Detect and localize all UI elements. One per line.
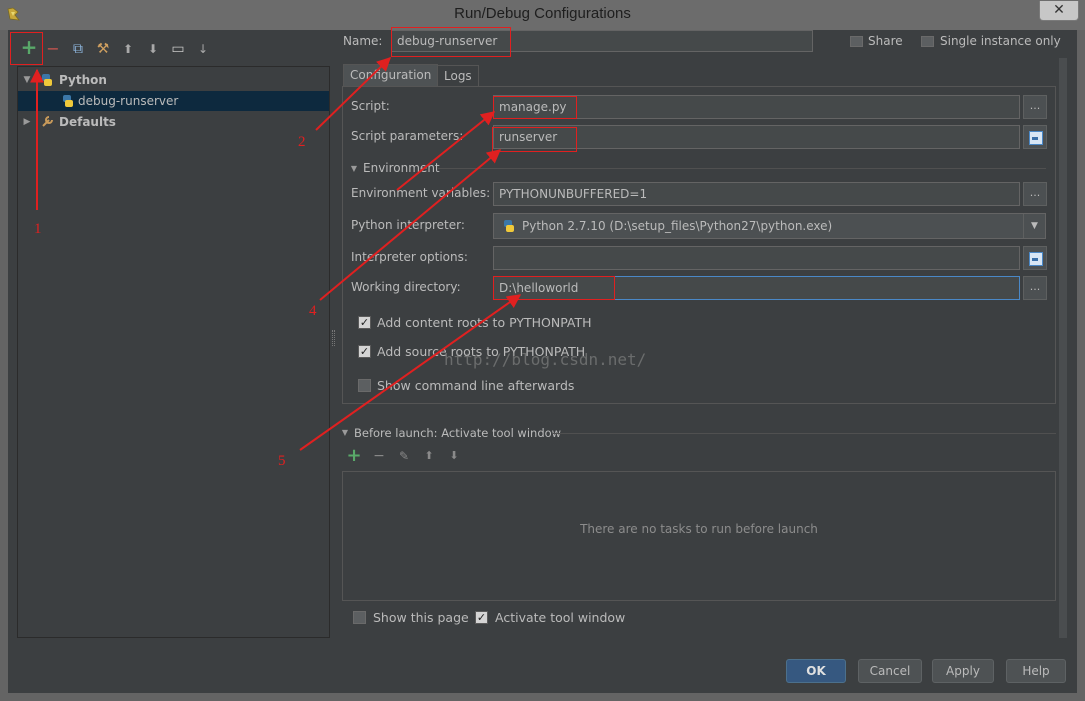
tab-configuration[interactable]: Configuration <box>343 64 439 86</box>
script-browse-button[interactable]: ... <box>1023 95 1047 119</box>
script-label: Script: <box>351 99 390 113</box>
share-label: Share <box>868 34 903 48</box>
configuration-tree[interactable]: ▼ Python debug-runserver ▶ Defaults <box>17 66 330 638</box>
python-interpreter-value: Python 2.7.10 (D:\setup_files\Python27\p… <box>522 219 833 233</box>
name-label: Name: <box>343 34 383 48</box>
edit-task-icon[interactable]: ✎ <box>395 447 413 465</box>
python-interpreter-select[interactable]: Python 2.7.10 (D:\setup_files\Python27\p… <box>493 213 1046 239</box>
task-up-icon[interactable]: ⬆ <box>420 447 438 465</box>
vertical-scrollbar[interactable] <box>1059 58 1067 638</box>
show-this-page-label: Show this page <box>373 610 469 625</box>
tree-item-defaults[interactable]: ▶ Defaults <box>18 112 329 132</box>
environment-separator <box>438 168 1046 169</box>
help-button[interactable]: Help <box>1006 659 1066 683</box>
tree-python-label: Python <box>59 73 107 87</box>
single-instance-label: Single instance only <box>940 34 1061 48</box>
expanded-arrow-icon[interactable]: ▼ <box>22 70 32 90</box>
apply-button[interactable]: Apply <box>932 659 994 683</box>
dropdown-arrow-icon[interactable]: ▼ <box>1023 214 1045 238</box>
annotation-number-4: 4 <box>309 303 317 319</box>
tree-item-python[interactable]: ▼ Python <box>18 70 329 90</box>
activate-tool-window-label: Activate tool window <box>495 610 626 625</box>
close-button[interactable]: ✕ <box>1039 1 1079 21</box>
activate-tool-window-checkbox[interactable]: ✓ <box>475 611 488 624</box>
empty-tasks-message: There are no tasks to run before launch <box>580 522 818 536</box>
annotation-box-script <box>493 96 577 119</box>
tree-item-debug-runserver[interactable]: debug-runserver <box>18 91 329 111</box>
annotation-number-5: 5 <box>278 453 286 469</box>
wrench-icon <box>42 116 53 127</box>
environment-variables-field[interactable]: PYTHONUNBUFFERED=1 <box>493 182 1020 206</box>
working-directory-label: Working directory: <box>351 280 461 294</box>
cancel-button[interactable]: Cancel <box>858 659 922 683</box>
window-title: Run/Debug Configurations <box>454 5 631 22</box>
sort-icon[interactable]: ↓ <box>194 40 212 58</box>
python-icon <box>63 95 73 107</box>
add-content-roots-label: Add content roots to PYTHONPATH <box>377 315 592 330</box>
expand-interpreter-options-icon[interactable] <box>1023 246 1047 270</box>
before-launch-arrow-icon[interactable]: ▼ <box>340 428 350 437</box>
environment-variables-browse-button[interactable]: ... <box>1023 182 1047 206</box>
annotation-box-workdir <box>493 276 615 300</box>
tab-logs[interactable]: Logs <box>437 65 479 87</box>
folder-icon[interactable]: ▭ <box>169 40 187 58</box>
share-checkbox[interactable] <box>850 36 863 47</box>
show-command-line-label: Show command line afterwards <box>377 378 575 393</box>
python-interpreter-label: Python interpreter: <box>351 218 465 232</box>
add-task-icon[interactable]: + <box>345 447 363 465</box>
title-bar: Run/Debug Configurations ✕ <box>0 0 1085 30</box>
remove-task-icon[interactable]: − <box>370 447 388 465</box>
interpreter-options-label: Interpreter options: <box>351 250 468 264</box>
edit-defaults-icon[interactable]: ⚒ <box>94 40 112 58</box>
environment-variables-label: Environment variables: <box>351 186 491 200</box>
script-parameters-label: Script parameters: <box>351 129 464 143</box>
move-down-icon[interactable]: ⬇ <box>144 40 162 58</box>
python-icon <box>42 74 52 86</box>
expand-parameters-icon[interactable] <box>1023 125 1047 149</box>
python-icon <box>504 220 514 232</box>
remove-configuration-icon[interactable]: − <box>44 40 62 58</box>
before-launch-separator <box>553 433 1056 434</box>
show-command-line-checkbox[interactable] <box>358 379 371 392</box>
splitter-handle[interactable] <box>332 330 335 346</box>
ok-button[interactable]: OK <box>786 659 846 683</box>
add-content-roots-checkbox[interactable]: ✓ <box>358 316 371 329</box>
single-instance-checkbox[interactable] <box>921 36 934 47</box>
task-down-icon[interactable]: ⬇ <box>445 447 463 465</box>
show-this-page-checkbox[interactable] <box>353 611 366 624</box>
annotation-box-parameters <box>492 127 577 152</box>
environment-label: Environment <box>363 161 440 175</box>
tree-item-label: debug-runserver <box>78 94 179 108</box>
annotation-box-add <box>10 32 43 65</box>
tree-defaults-label: Defaults <box>59 115 116 129</box>
move-up-icon[interactable]: ⬆ <box>119 40 137 58</box>
working-directory-browse-button[interactable]: ... <box>1023 276 1047 300</box>
interpreter-options-field[interactable] <box>493 246 1020 270</box>
before-launch-tasks-list[interactable]: There are no tasks to run before launch <box>342 471 1056 601</box>
copy-configuration-icon[interactable]: ⧉ <box>69 40 87 58</box>
watermark: http://blog.csdn.net/ <box>444 350 647 369</box>
annotation-number-1: 1 <box>34 221 42 237</box>
annotation-number-2: 2 <box>298 134 306 150</box>
add-source-roots-checkbox[interactable]: ✓ <box>358 345 371 358</box>
before-launch-label: Before launch: Activate tool window <box>354 426 562 440</box>
annotation-box-name <box>391 27 511 57</box>
environment-arrow-icon[interactable]: ▼ <box>349 164 359 173</box>
collapsed-arrow-icon[interactable]: ▶ <box>22 112 32 132</box>
